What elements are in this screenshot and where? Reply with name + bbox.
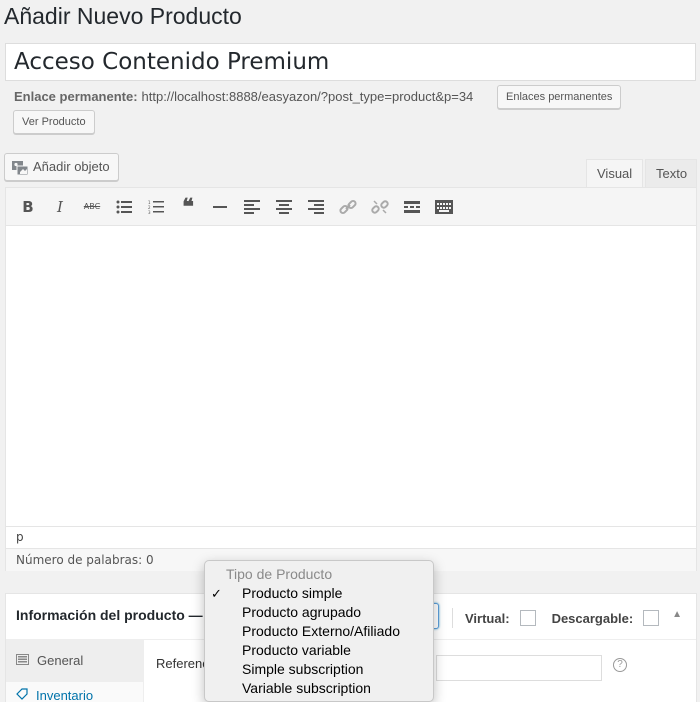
general-icon <box>16 653 29 668</box>
dropdown-option-grouped[interactable]: Producto agrupado <box>205 603 433 622</box>
dropdown-option-variable[interactable]: Producto variable <box>205 641 433 660</box>
dropdown-option-variable-subscription[interactable]: Variable subscription <box>205 679 433 698</box>
numbered-list-icon[interactable]: 123 <box>140 193 172 221</box>
tab-general-label: General <box>37 653 84 668</box>
align-center-icon[interactable] <box>268 193 300 221</box>
media-icon <box>11 159 29 176</box>
permalink-label: Enlace permanente: <box>14 89 138 104</box>
product-data-title: Información del producto — <box>16 607 203 623</box>
tab-text[interactable]: Texto <box>645 159 697 187</box>
post-title-input[interactable]: Acceso Contenido Premium <box>5 43 696 81</box>
toolbar-toggle-icon[interactable] <box>428 193 460 221</box>
dropdown-option-simple-subscription[interactable]: Simple subscription <box>205 660 433 679</box>
dropdown-option-simple[interactable]: ✓ Producto simple <box>205 584 433 603</box>
tab-inventory-label: Inventario <box>36 688 94 702</box>
tab-general[interactable]: General <box>6 640 143 682</box>
dropdown-header: Tipo de Producto <box>226 566 333 582</box>
dropdown-option-external[interactable]: Producto Externo/Afiliado <box>205 622 433 641</box>
permalinks-button[interactable]: Enlaces permanentes <box>497 85 622 109</box>
blockquote-icon[interactable]: ❝ <box>172 193 204 221</box>
product-data-tabs: General Inventario <box>6 640 144 702</box>
product-type-dropdown: Tipo de Producto ✓ Producto simple Produ… <box>204 560 434 702</box>
bold-icon[interactable]: B <box>12 193 44 221</box>
dropdown-option-label: Producto simple <box>242 585 343 601</box>
editor-toolbar: B I ABC 123 ❝ <box>6 188 696 226</box>
svg-text:3: 3 <box>148 210 151 214</box>
add-media-button[interactable]: Añadir objeto <box>4 153 119 181</box>
sku-input[interactable] <box>436 655 602 681</box>
read-more-icon[interactable] <box>396 193 428 221</box>
virtual-label: Virtual: <box>465 610 510 626</box>
unlink-icon[interactable] <box>364 193 396 221</box>
view-product-button[interactable]: Ver Producto <box>13 110 95 134</box>
editor-path: p <box>6 526 696 548</box>
collapse-toggle-icon[interactable]: ▲ <box>672 609 682 620</box>
tab-inventory[interactable]: Inventario <box>6 682 143 702</box>
product-options: Virtual: Descargable: <box>452 608 660 628</box>
horizontal-rule-icon[interactable] <box>204 193 236 221</box>
align-right-icon[interactable] <box>300 193 332 221</box>
sku-label: Referenc <box>156 656 209 671</box>
italic-icon[interactable]: I <box>44 193 76 221</box>
virtual-checkbox[interactable] <box>519 610 536 626</box>
align-left-icon[interactable] <box>236 193 268 221</box>
link-icon[interactable] <box>332 193 364 221</box>
inventory-icon <box>16 688 28 702</box>
add-media-label: Añadir objeto <box>33 159 110 174</box>
content-editor: B I ABC 123 ❝ p Número de palabras: 0 <box>5 187 697 571</box>
check-icon: ✓ <box>211 586 222 601</box>
help-icon[interactable]: ? <box>613 658 627 672</box>
permalink-url[interactable]: http://localhost:8888/easyazon/?post_typ… <box>142 88 474 106</box>
page-title: Añadir Nuevo Producto <box>4 3 242 29</box>
downloadable-label: Descargable: <box>551 610 634 626</box>
downloadable-checkbox[interactable] <box>643 610 660 626</box>
permalink-row: Enlace permanente: http://localhost:8888… <box>14 88 473 106</box>
editor-content-area[interactable] <box>6 226 696 526</box>
tab-visual[interactable]: Visual <box>586 159 644 188</box>
strikethrough-icon[interactable]: ABC <box>76 193 108 221</box>
bullet-list-icon[interactable] <box>108 193 140 221</box>
